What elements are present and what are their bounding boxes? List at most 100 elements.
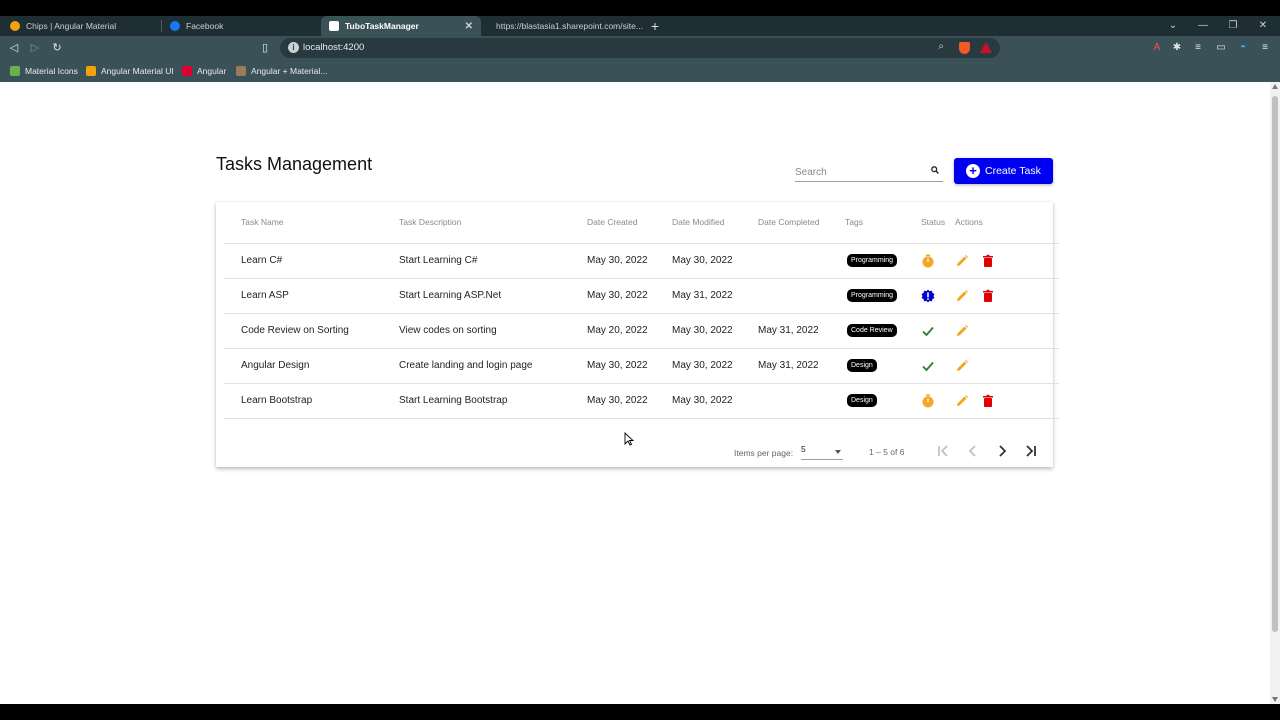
previous-page-icon[interactable] [964,442,982,460]
table-row[interactable]: Learn C# Start Learning C# May 30, 2022 May… [224,243,1059,279]
minimize-icon[interactable]: — [1192,16,1214,36]
zoom-icon[interactable]: ⌕ [938,41,944,52]
tab-sharepoint[interactable]: https://blastasia1.sharepoint.com/site..… [482,16,643,36]
tab-chips-angular-material[interactable]: Chips | Angular Material [2,16,160,36]
last-page-icon[interactable] [1022,442,1040,460]
date-completed-cell [758,383,845,419]
tasks-table: Task Name Task Description Date Created … [224,202,1059,419]
edit-icon[interactable] [955,289,969,303]
status-cell [921,278,955,314]
back-icon[interactable]: ◁ [6,40,22,56]
brave-shields-icon[interactable] [959,42,970,54]
task-description-cell: Start Learning C# [399,243,587,279]
delete-icon[interactable] [981,289,995,303]
scroll-down-icon[interactable] [1272,697,1278,702]
date-created-cell: May 30, 2022 [587,278,672,314]
tag-chip[interactable]: Design [847,394,877,407]
angular-material-icon [86,66,96,76]
tab-tubotaskmanager[interactable]: TuboTaskManager ✕ [321,16,481,36]
delete-icon[interactable] [981,254,995,268]
bookmark-angular-material-ui[interactable]: Angular Material UI [86,64,174,78]
search-field[interactable] [795,162,943,182]
bookmark-label: Material Icons [25,66,78,76]
table-row[interactable]: Learn ASP Start Learning ASP.Net May 30, 2… [224,278,1059,314]
profile-icon[interactable]: ◓ [1236,41,1250,55]
task-description-cell: View codes on sorting [399,313,587,349]
items-per-page-label: Items per page: [734,448,794,458]
delete-icon[interactable] [981,394,995,408]
date-completed-cell: May 31, 2022 [758,313,845,349]
first-page-icon[interactable] [934,442,952,460]
angular-icon [182,66,192,76]
date-completed-cell [758,243,845,279]
vertical-scrollbar[interactable] [1270,82,1280,704]
angular-devtools-icon[interactable]: A [1150,41,1164,55]
bookmark-angular[interactable]: Angular [182,64,226,78]
scrollbar-thumb[interactable] [1272,96,1278,632]
forward-icon[interactable]: ▷ [27,40,43,56]
new-tab-button[interactable]: + [648,16,662,36]
date-completed-cell: May 31, 2022 [758,348,845,384]
tab-title: Chips | Angular Material [26,21,117,31]
reading-list-icon[interactable]: ≡ [1191,41,1205,55]
mouse-cursor-icon [624,432,634,446]
timer-icon [922,254,934,267]
header-status: Status [921,202,955,244]
table-header-row: Task Name Task Description Date Created … [224,202,1059,244]
header-date-modified[interactable]: Date Modified [672,202,758,244]
bookmark-material-icons[interactable]: Material Icons [10,64,78,78]
search-icon [931,166,939,174]
tag-chip[interactable]: Code Review [847,324,897,337]
table-row[interactable]: Learn Bootstrap Start Learning Bootstrap M… [224,383,1059,419]
extensions-icon[interactable]: ✱ [1170,41,1184,55]
close-window-icon[interactable]: ✕ [1252,16,1274,36]
angular-icon [329,21,339,31]
date-completed-cell [758,278,845,314]
header-task-name[interactable]: Task Name [224,202,399,244]
create-task-button[interactable]: + Create Task [954,158,1053,184]
header-task-description[interactable]: Task Description [399,202,587,244]
date-created-cell: May 20, 2022 [587,313,672,349]
facebook-icon [170,21,180,31]
header-date-created[interactable]: Date Created [587,202,672,244]
reload-icon[interactable]: ↻ [49,40,65,56]
header-actions: Actions [955,202,1059,244]
bookmark-angular-material-guide[interactable]: Angular + Material... [236,64,327,78]
address-bar[interactable]: i localhost:4200 ⌕ [280,38,1000,58]
restore-icon[interactable]: ❐ [1222,16,1244,36]
browser-toolbar: ◁ ▷ ↻ ▯ i localhost:4200 ⌕ A ✱ ≡ ▭ ◓ ≡ [0,36,1280,60]
edit-icon[interactable] [955,324,969,338]
page-viewport: Tasks Management + Create Task Task Name… [0,82,1270,704]
status-cell [921,383,955,419]
bookmark-icon[interactable]: ▯ [257,40,273,56]
items-per-page-select[interactable]: 5 [801,444,843,460]
table-row[interactable]: Angular Design Create landing and login p… [224,348,1059,384]
header-date-completed[interactable]: Date Completed [758,202,845,244]
edit-icon[interactable] [955,254,969,268]
site-info-icon[interactable]: i [288,42,299,53]
close-tab-icon[interactable]: ✕ [465,21,473,32]
edit-icon[interactable] [955,359,969,373]
material-icons-icon [10,66,20,76]
brave-rewards-icon[interactable] [980,42,992,53]
table-row[interactable]: Code Review on Sorting View codes on sort… [224,313,1059,349]
paginator: Items per page: 5 1 – 5 of 6 [216,428,1053,468]
tag-chip[interactable]: Design [847,359,877,372]
address-url[interactable]: localhost:4200 [303,42,364,53]
edit-icon[interactable] [955,394,969,408]
tab-strip: Chips | Angular Material Facebook TuboTa… [0,16,1280,36]
add-circle-icon: + [966,164,980,178]
wallet-icon[interactable]: ▭ [1214,41,1228,55]
date-modified-cell: May 30, 2022 [672,383,758,419]
tab-facebook[interactable]: Facebook [162,16,320,36]
tag-chip[interactable]: Programming [847,289,898,302]
tag-chip[interactable]: Programming [847,254,898,267]
next-page-icon[interactable] [993,442,1011,460]
scroll-up-icon[interactable] [1272,84,1278,89]
check-icon [922,361,934,371]
menu-icon[interactable]: ≡ [1258,41,1272,55]
task-description-cell: Start Learning Bootstrap [399,383,587,419]
search-input[interactable] [795,163,923,182]
task-name-cell: Learn C# [224,243,399,279]
tab-search-icon[interactable]: ⌄ [1162,16,1184,36]
